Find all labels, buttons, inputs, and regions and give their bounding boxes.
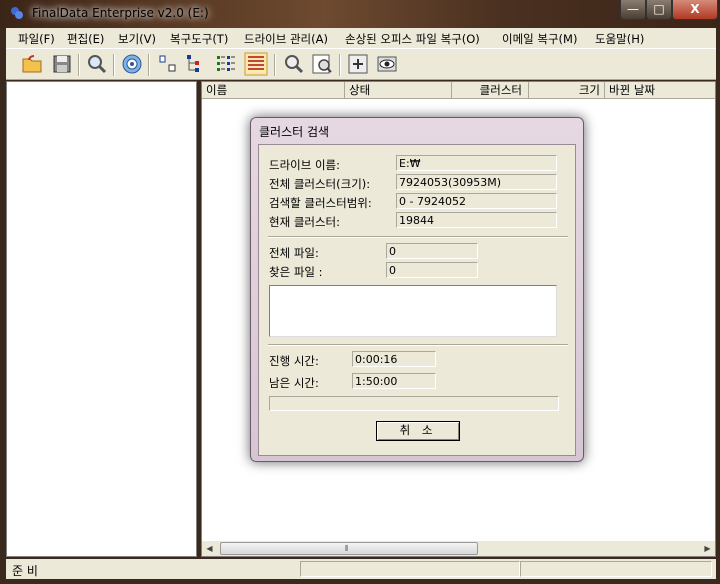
scroll-right-icon[interactable]: ▶: [700, 541, 715, 556]
menu-help[interactable]: 도움말(H): [595, 31, 644, 47]
toolbar-separator: [274, 54, 276, 76]
preview-icon[interactable]: [310, 52, 334, 76]
tree-view-icon[interactable]: [184, 52, 208, 76]
column-header-status[interactable]: 상태: [345, 82, 452, 99]
column-header-name[interactable]: 이름: [202, 82, 345, 99]
dialog-body: 드라이브 이름: E:₩ 전체 클러스터(크기): 7924053(30953M…: [258, 144, 576, 456]
scroll-thumb[interactable]: ⦀: [220, 542, 478, 555]
divider: [268, 236, 568, 238]
drive-name-value: E:₩: [396, 155, 557, 171]
column-header-modified-date[interactable]: 바뀐 날짜: [605, 82, 715, 99]
current-cluster-label: 현재 클러스터:: [269, 215, 341, 229]
toolbar-separator: [78, 54, 80, 76]
grip-icon: ⦀: [345, 544, 349, 553]
toolbar-separator: [148, 54, 150, 76]
divider: [268, 344, 568, 346]
close-button[interactable]: X: [672, 0, 718, 20]
horizontal-scrollbar[interactable]: ◀ ⦀ ▶: [202, 541, 715, 556]
remaining-time-value: 1:50:00: [352, 373, 436, 389]
menu-bar: 파일(F) 편집(E) 보기(V) 복구도구(T) 드라이브 관리(A) 손상된…: [6, 28, 716, 48]
menu-office-recovery[interactable]: 손상된 오피스 파일 복구(O): [345, 31, 480, 47]
small-icons-view-icon[interactable]: [156, 52, 180, 76]
maximize-button[interactable]: □: [646, 0, 672, 20]
cluster-range-value: 0 - 7924052: [396, 193, 557, 209]
elapsed-time-label: 진행 시간:: [269, 354, 319, 368]
menu-view[interactable]: 보기(V): [118, 31, 156, 47]
cancel-button[interactable]: 취 소: [376, 421, 460, 441]
toolbar: [6, 48, 716, 80]
title-bar: FinalData Enterprise v2.0 (E:) — □ X: [0, 0, 720, 28]
list-view-icon[interactable]: [214, 52, 238, 76]
dialog-title: 클러스터 검색: [259, 125, 330, 139]
total-files-label: 전체 파일:: [269, 246, 319, 260]
column-header-size[interactable]: 크기: [529, 82, 605, 99]
elapsed-time-value: 0:00:16: [352, 351, 436, 367]
status-panel: [300, 561, 520, 577]
toolbar-separator: [113, 54, 115, 76]
app-icon: [11, 7, 23, 19]
menu-recovery-tools[interactable]: 복구도구(T): [170, 31, 228, 47]
remaining-time-label: 남은 시간:: [269, 376, 319, 390]
zoom-icon[interactable]: [281, 52, 305, 76]
current-cluster-value: 19844: [396, 212, 557, 228]
target-icon[interactable]: [120, 52, 144, 76]
status-panel: [520, 561, 712, 577]
scroll-left-icon[interactable]: ◀: [202, 541, 217, 556]
status-text: 준 비: [12, 564, 38, 578]
minimize-button[interactable]: —: [620, 0, 646, 20]
menu-edit[interactable]: 편집(E): [67, 31, 104, 47]
menu-email-recovery[interactable]: 이메일 복구(M): [502, 31, 577, 47]
menu-file[interactable]: 파일(F): [18, 31, 55, 47]
eye-icon[interactable]: [375, 52, 399, 76]
total-clusters-value: 7924053(30953M): [396, 174, 557, 190]
found-files-log[interactable]: [269, 285, 557, 337]
details-view-icon[interactable]: [244, 52, 268, 76]
found-files-label: 찾은 파일 :: [269, 265, 323, 279]
save-icon[interactable]: [50, 52, 74, 76]
toolbar-separator: [339, 54, 341, 76]
window-title: FinalData Enterprise v2.0 (E:): [32, 6, 209, 20]
cluster-search-dialog: 클러스터 검색 드라이브 이름: E:₩ 전체 클러스터(크기): 792405…: [250, 117, 584, 462]
search-icon[interactable]: [85, 52, 109, 76]
search-progress-bar: [269, 396, 559, 411]
open-folder-icon[interactable]: [20, 52, 44, 76]
drive-name-label: 드라이브 이름:: [269, 158, 341, 172]
list-header: 이름 상태 클러스터 크기 바뀐 날짜: [202, 82, 715, 99]
cluster-range-label: 검색할 클러스터범위:: [269, 196, 372, 210]
total-clusters-label: 전체 클러스터(크기):: [269, 177, 371, 191]
menu-drive-management[interactable]: 드라이브 관리(A): [244, 31, 328, 47]
folder-tree-pane[interactable]: [6, 81, 197, 557]
total-files-value: 0: [386, 243, 478, 259]
column-header-cluster[interactable]: 클러스터: [452, 82, 529, 99]
found-files-value: 0: [386, 262, 478, 278]
status-bar: 준 비: [6, 559, 716, 579]
new-window-icon[interactable]: [346, 52, 370, 76]
